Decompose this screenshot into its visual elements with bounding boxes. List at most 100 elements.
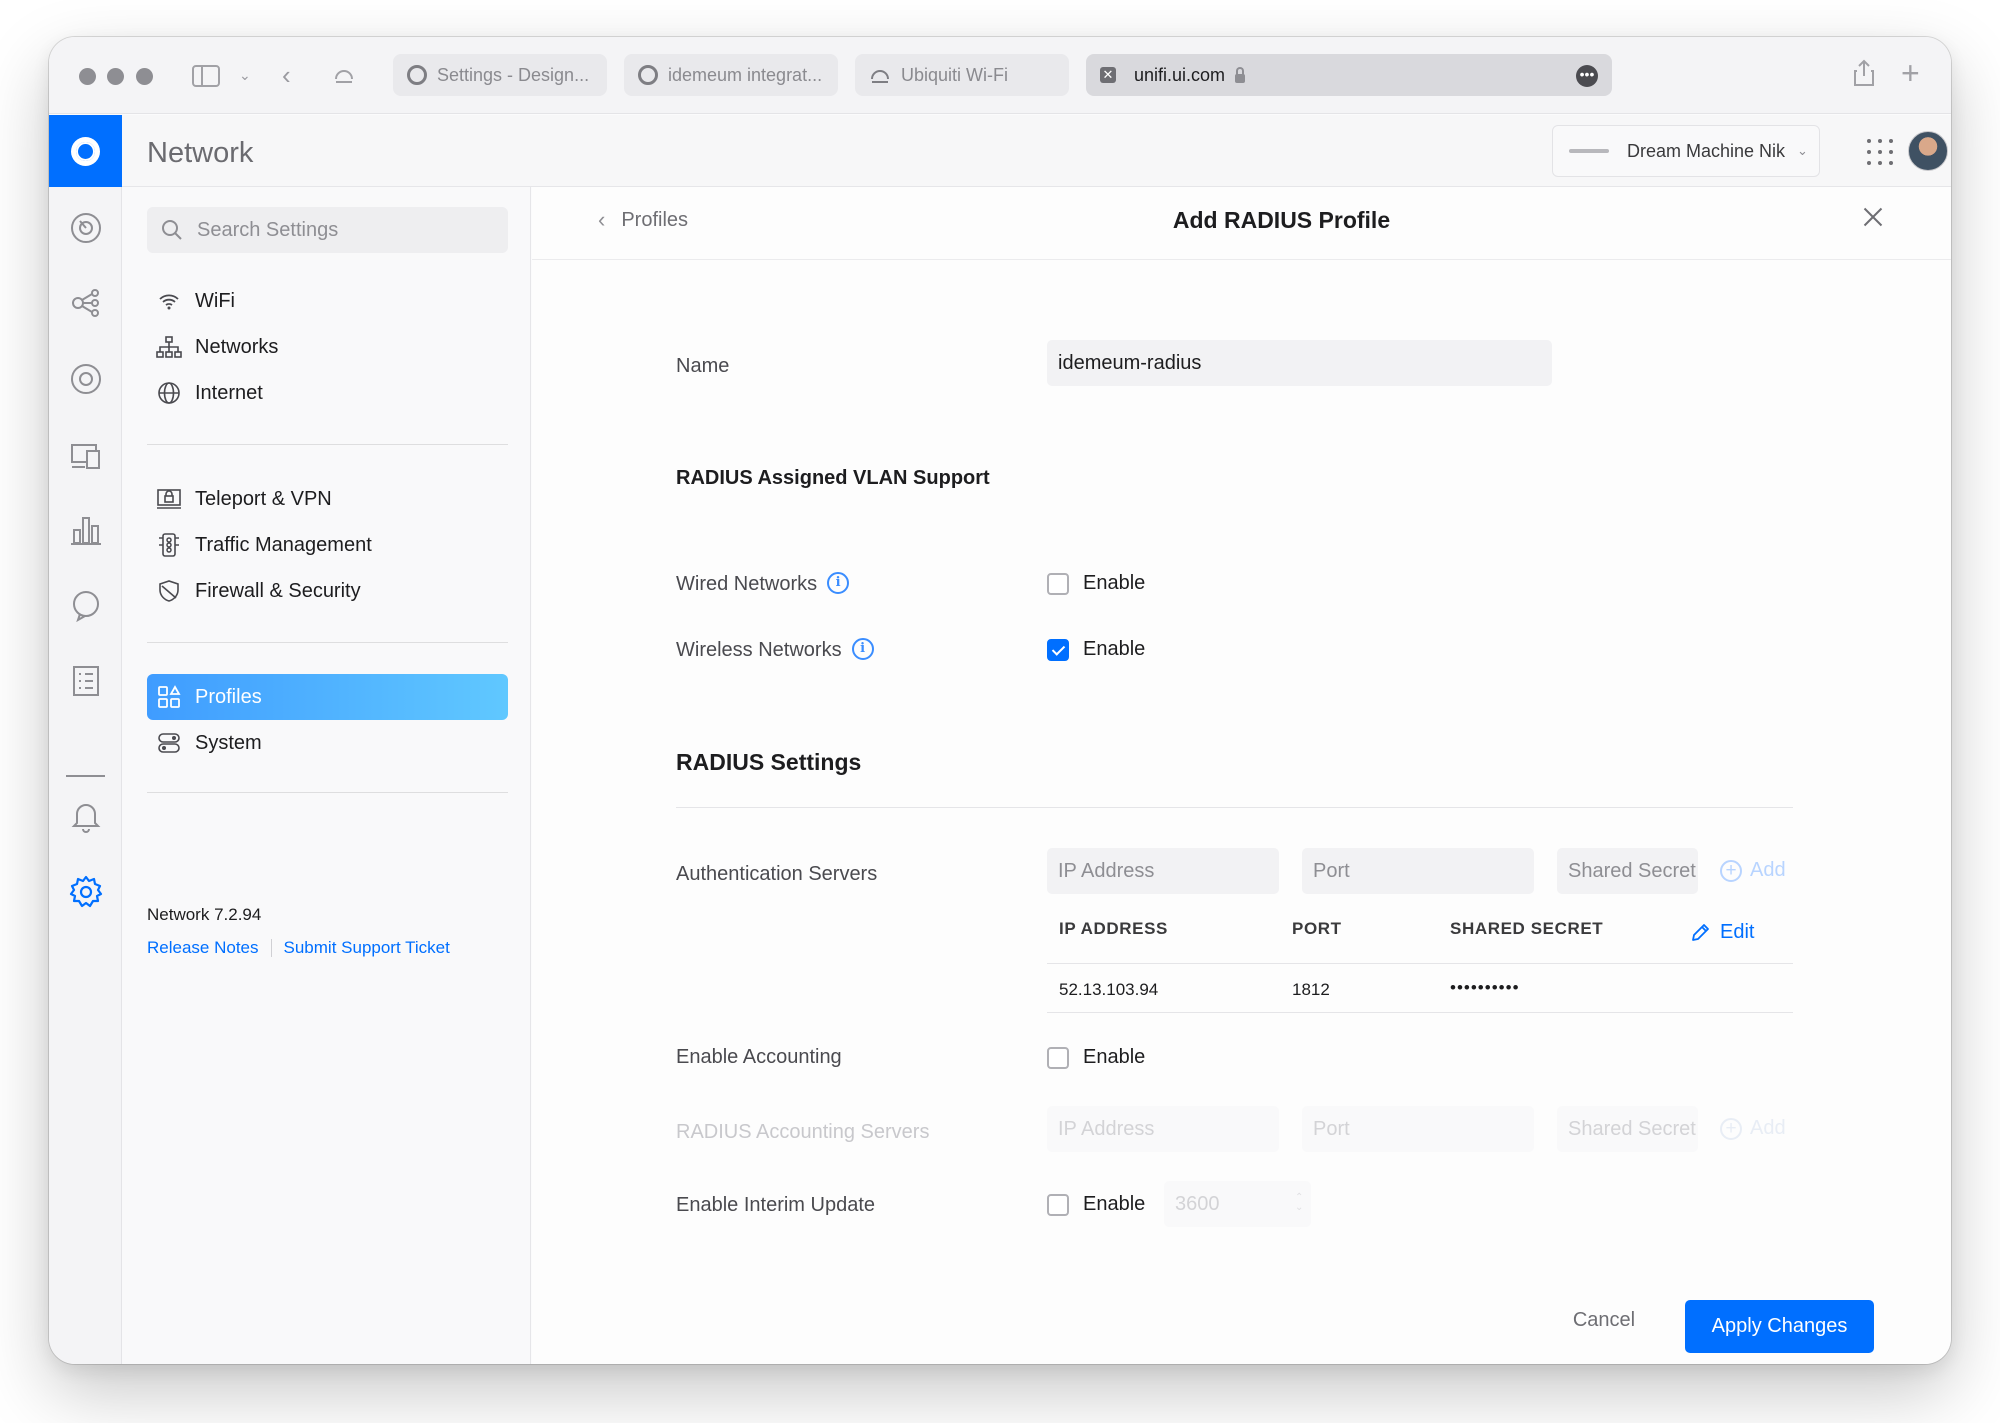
- zoom-window-button[interactable]: [136, 68, 153, 85]
- wired-enable-label: Enable: [1083, 572, 1146, 594]
- share-icon[interactable]: [1853, 59, 1875, 87]
- app-version: Network 7.2.94: [147, 905, 262, 924]
- auth-port-input[interactable]: Port: [1302, 848, 1534, 894]
- minimize-window-button[interactable]: [107, 68, 124, 85]
- edit-servers-button[interactable]: Edit: [1690, 921, 1754, 944]
- nav-item-label: Firewall & Security: [195, 579, 361, 602]
- link-separator: [270, 939, 272, 957]
- sidebar-toggle-icon[interactable]: [192, 65, 220, 87]
- shield-icon: [155, 577, 183, 605]
- wired-networks-text: Wired Networks: [676, 573, 818, 595]
- add-label: Add: [1750, 1117, 1786, 1139]
- tab-title: Ubiquiti Wi-Fi: [901, 64, 1009, 85]
- nav-divider: [147, 792, 508, 793]
- site-favicon-icon: ✕: [1100, 67, 1116, 83]
- acct-ip-input: IP Address: [1047, 1106, 1279, 1152]
- nav-item-profiles[interactable]: Profiles: [147, 674, 508, 720]
- nav-item-system[interactable]: System: [147, 720, 508, 766]
- interim-enable-label: Enable: [1083, 1193, 1146, 1215]
- device-selector[interactable]: Dream Machine Nik ⌄: [1552, 125, 1820, 177]
- wired-networks-label: Wired Networks i: [676, 571, 850, 596]
- browser-tab-2[interactable]: idemeum integrat...: [624, 54, 838, 96]
- accounting-enable-label: Enable: [1083, 1046, 1146, 1068]
- unifi-devices-icon[interactable]: [67, 360, 104, 397]
- device-name: Dream Machine Nik: [1627, 140, 1786, 161]
- unifi-logo[interactable]: [49, 115, 122, 187]
- system-log-icon[interactable]: [67, 662, 104, 699]
- add-circle-icon: +: [1720, 859, 1742, 882]
- wireless-networks-checkbox[interactable]: [1047, 639, 1069, 661]
- nav-item-label: Teleport & VPN: [195, 487, 332, 510]
- nav-item-networks[interactable]: Networks: [147, 324, 508, 370]
- support-ticket-link[interactable]: Submit Support Ticket: [284, 938, 450, 958]
- statistics-icon[interactable]: [67, 511, 104, 548]
- auth-ip-input[interactable]: IP Address: [1047, 848, 1279, 894]
- new-tab-plus-icon[interactable]: +: [1901, 57, 1920, 89]
- nav-divider: [147, 444, 508, 445]
- globe-icon: [155, 379, 183, 407]
- page-menu-icon[interactable]: •••: [1576, 65, 1598, 87]
- client-devices-icon[interactable]: [67, 436, 104, 473]
- table-row-divider: [1047, 1012, 1793, 1013]
- row-ip: 52.13.103.94: [1059, 980, 1159, 999]
- acct-port-input: Port: [1302, 1106, 1534, 1152]
- address-url: unifi.ui.com: [1134, 64, 1226, 85]
- user-avatar[interactable]: [1908, 131, 1948, 171]
- wireless-networks-label: Wireless Networks i: [676, 637, 874, 662]
- cancel-button[interactable]: Cancel: [1544, 1300, 1664, 1340]
- tab-favicon-icon: [638, 65, 658, 85]
- nav-item-internet[interactable]: Internet: [147, 370, 508, 416]
- nav-item-teleport-vpn[interactable]: Teleport & VPN: [147, 476, 508, 522]
- accounting-checkbox[interactable]: [1047, 1047, 1069, 1069]
- nav-item-firewall-security[interactable]: Firewall & Security: [147, 568, 508, 614]
- vpn-icon: [155, 485, 183, 513]
- section-divider: [676, 807, 1793, 808]
- icon-rail: [49, 187, 122, 1364]
- footer-links: Release Notes Submit Support Ticket: [147, 938, 450, 958]
- insights-icon[interactable]: [67, 587, 104, 624]
- browser-tab-3[interactable]: Ubiquiti Wi-Fi: [855, 54, 1069, 96]
- settings-nav: Search Settings WiFi Networks Internet T…: [122, 187, 531, 1364]
- wired-networks-checkbox[interactable]: [1047, 573, 1069, 595]
- add-circle-icon: +: [1720, 1117, 1742, 1140]
- back-arrow-icon[interactable]: ‹: [282, 62, 291, 88]
- interim-update-checkbox[interactable]: [1047, 1194, 1069, 1216]
- rail-divider: [66, 775, 105, 777]
- app-launcher-icon[interactable]: [1867, 139, 1893, 165]
- release-notes-link[interactable]: Release Notes: [147, 938, 259, 958]
- browser-titlebar: ⌄ ‹ Settings - Design... idemeum integra…: [49, 37, 1951, 114]
- interim-interval-input: 3600: [1164, 1181, 1311, 1227]
- search-input[interactable]: Search Settings: [147, 207, 508, 253]
- info-icon[interactable]: i: [851, 637, 874, 660]
- add-auth-server-button[interactable]: + Add: [1720, 859, 1786, 882]
- system-icon: [155, 729, 183, 757]
- auth-secret-input[interactable]: Shared Secret: [1557, 848, 1698, 894]
- nav-item-label: Traffic Management: [195, 533, 372, 556]
- tab-overview-icon[interactable]: [333, 65, 355, 85]
- nav-item-label: WiFi: [195, 289, 235, 312]
- apply-changes-button[interactable]: Apply Changes: [1685, 1300, 1874, 1353]
- auth-servers-label: Authentication Servers: [676, 863, 878, 885]
- table-header-divider: [1047, 963, 1793, 964]
- name-input[interactable]: idemeum-radius: [1047, 340, 1552, 386]
- radius-profile-panel: ‹ Profiles Add RADIUS Profile Name ideme…: [532, 187, 1951, 1364]
- notifications-icon[interactable]: [67, 797, 104, 834]
- nav-item-label: Networks: [195, 335, 279, 358]
- topology-icon[interactable]: [67, 284, 104, 321]
- acct-secret-input: Shared Secret: [1557, 1106, 1698, 1152]
- edit-label: Edit: [1720, 921, 1755, 943]
- chevron-down-icon[interactable]: ⌄: [239, 68, 251, 82]
- browser-tab-1[interactable]: Settings - Design...: [393, 54, 607, 96]
- pencil-icon: [1692, 923, 1709, 941]
- radius-settings-title: RADIUS Settings: [676, 749, 862, 775]
- nav-divider: [147, 642, 508, 643]
- address-bar[interactable]: ✕ unifi.ui.com •••: [1086, 54, 1612, 96]
- page-title: Add RADIUS Profile: [1172, 207, 1391, 233]
- nav-item-wifi[interactable]: WiFi: [147, 278, 508, 324]
- dashboard-icon[interactable]: [67, 209, 104, 246]
- info-icon[interactable]: i: [827, 571, 850, 594]
- close-window-button[interactable]: [79, 68, 96, 85]
- settings-icon[interactable]: [67, 873, 104, 910]
- close-icon[interactable]: [1861, 205, 1885, 229]
- nav-item-traffic-management[interactable]: Traffic Management: [147, 522, 508, 568]
